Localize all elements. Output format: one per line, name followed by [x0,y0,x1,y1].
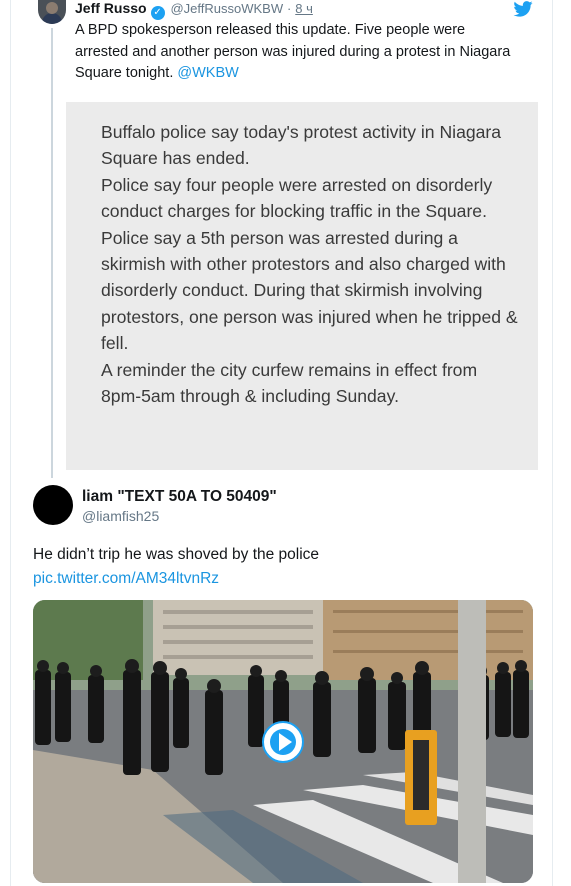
author-name[interactable]: Jeff Russo [75,0,147,16]
verified-badge-icon: ✓ [150,6,165,20]
twitter-bird-icon[interactable] [513,1,533,17]
jeff-russo-avatar[interactable] [38,0,66,24]
quoted-tweet-header: Jeff Russo ✓ @JeffRussoWKBW · 8 ч [75,0,313,20]
separator-dot: · [287,1,292,16]
statement-paragraph: A reminder the city curfew remains in ef… [101,359,478,407]
mention-link[interactable]: @WKBW [177,65,238,81]
statement-paragraph: Police say four people were arrested on … [101,174,493,222]
video-player[interactable] [33,600,533,883]
tweet-timestamp[interactable]: 8 ч [295,1,313,16]
statement-paragraph: Buffalo police say today's protest activ… [101,122,502,169]
reply-author-name[interactable]: liam "TEXT 50A TO 50409" [82,488,277,506]
statement-paragraph: Police say a 5th person was arrested dur… [101,227,518,354]
liam-avatar[interactable] [33,485,73,525]
play-icon[interactable] [279,733,292,751]
quoted-tweet-text: A BPD spokesperson released this update.… [75,20,515,85]
statement-image[interactable]: Buffalo police say today's protest activ… [66,102,538,470]
author-handle[interactable]: @JeffRussoWKBW [170,1,283,16]
tweet-text: A BPD spokesperson released this update.… [75,22,511,81]
thread-line [51,28,53,478]
reply-author-handle[interactable]: @liamfish25 [82,508,159,524]
media-link[interactable]: pic.twitter.com/AM34ltvnRz [33,568,219,590]
reply-tweet-text: He didn’t trip he was shoved by the poli… [33,546,320,563]
